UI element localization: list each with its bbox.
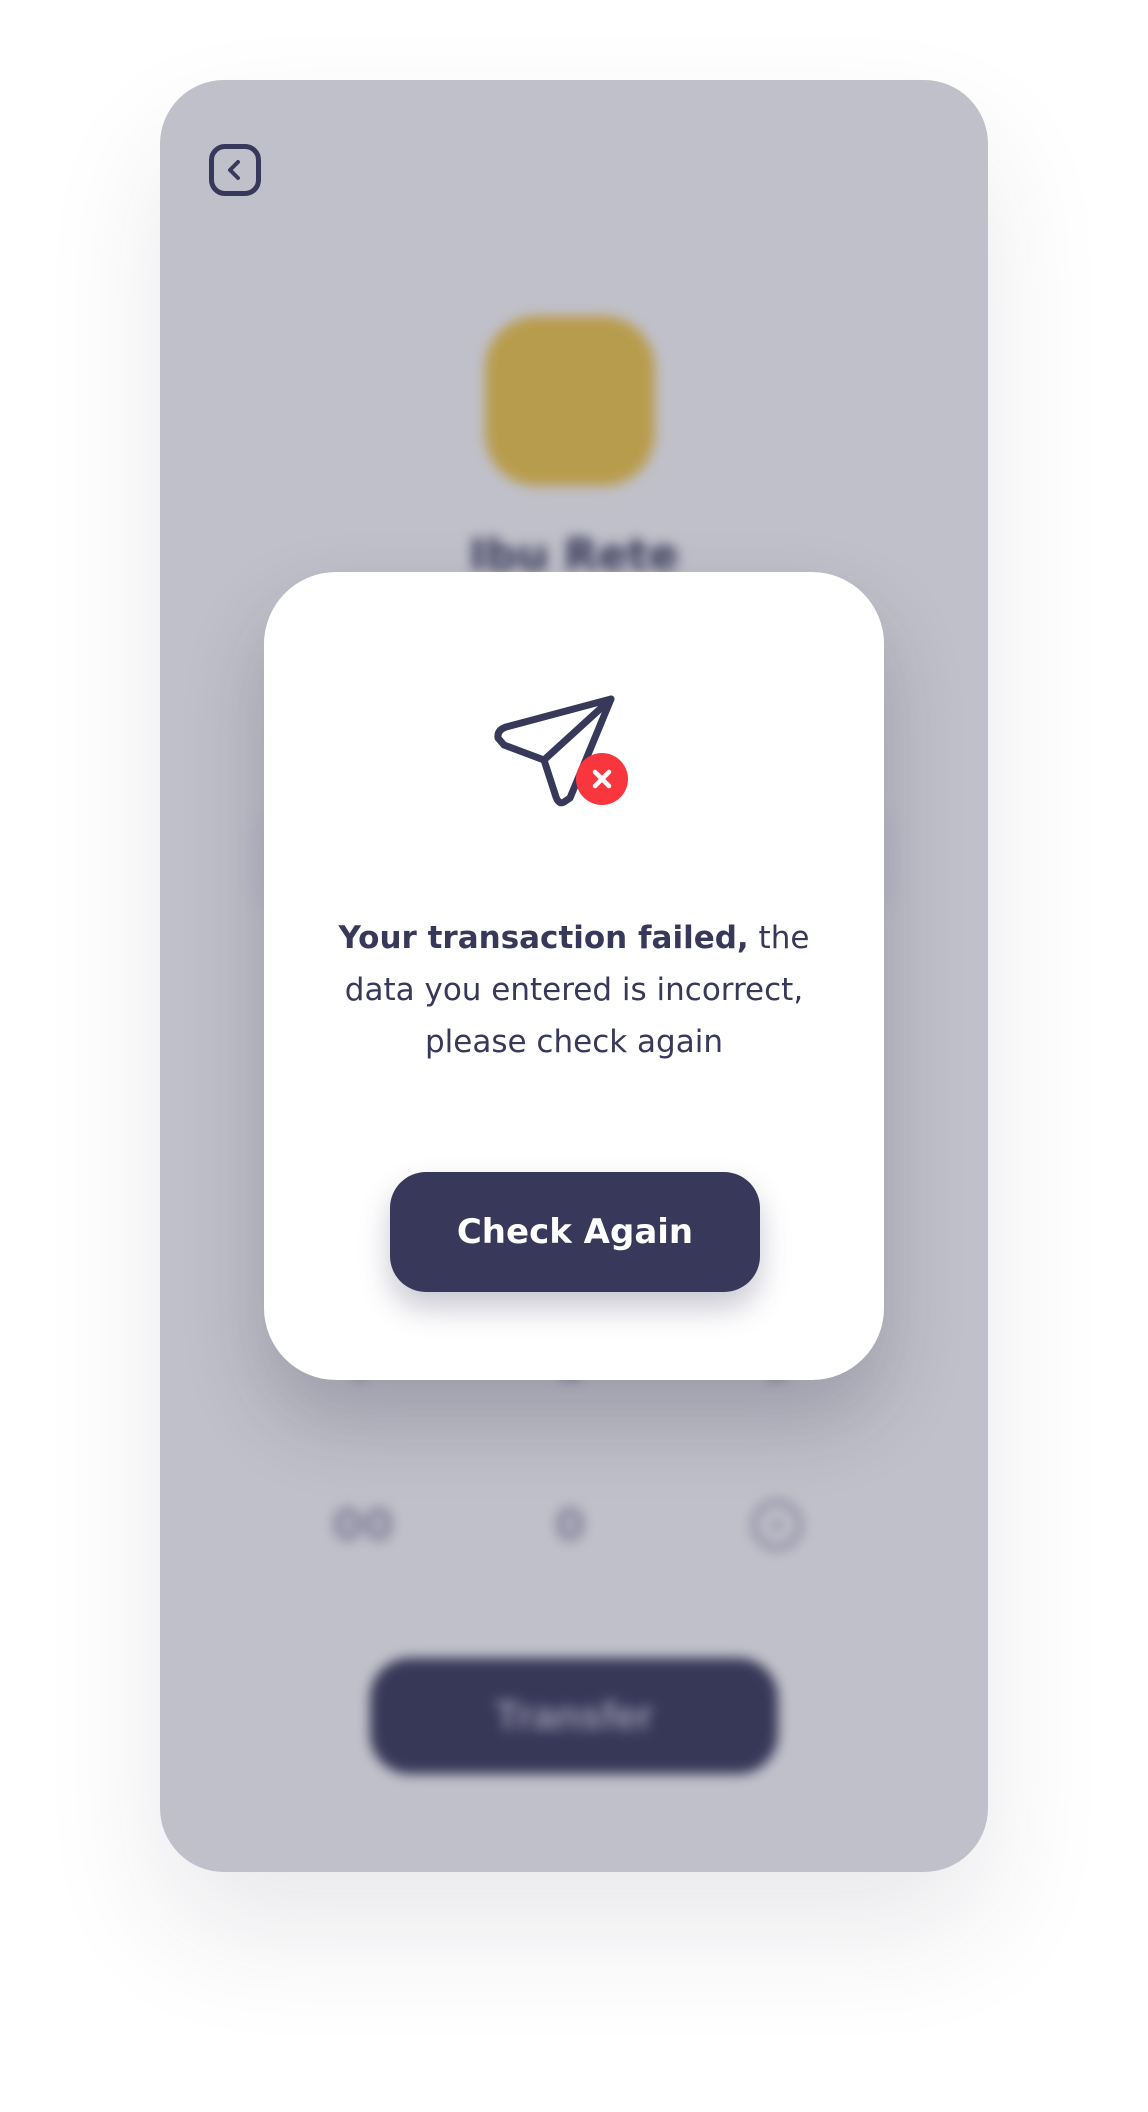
chevron-left-icon	[228, 160, 240, 180]
error-message-bold: Your transaction failed,	[338, 920, 749, 956]
phone-screen: Ibu Rete 7 8 9 00 0 Transfer Your transa…	[160, 80, 988, 1872]
close-icon	[576, 753, 628, 805]
paper-plane-icon	[494, 695, 628, 807]
error-message: Your transaction failed, the data you en…	[324, 912, 824, 1068]
error-dialog: Your transaction failed, the data you en…	[264, 572, 884, 1380]
back-button[interactable]	[209, 144, 261, 196]
check-again-button[interactable]: Check Again	[390, 1172, 760, 1292]
